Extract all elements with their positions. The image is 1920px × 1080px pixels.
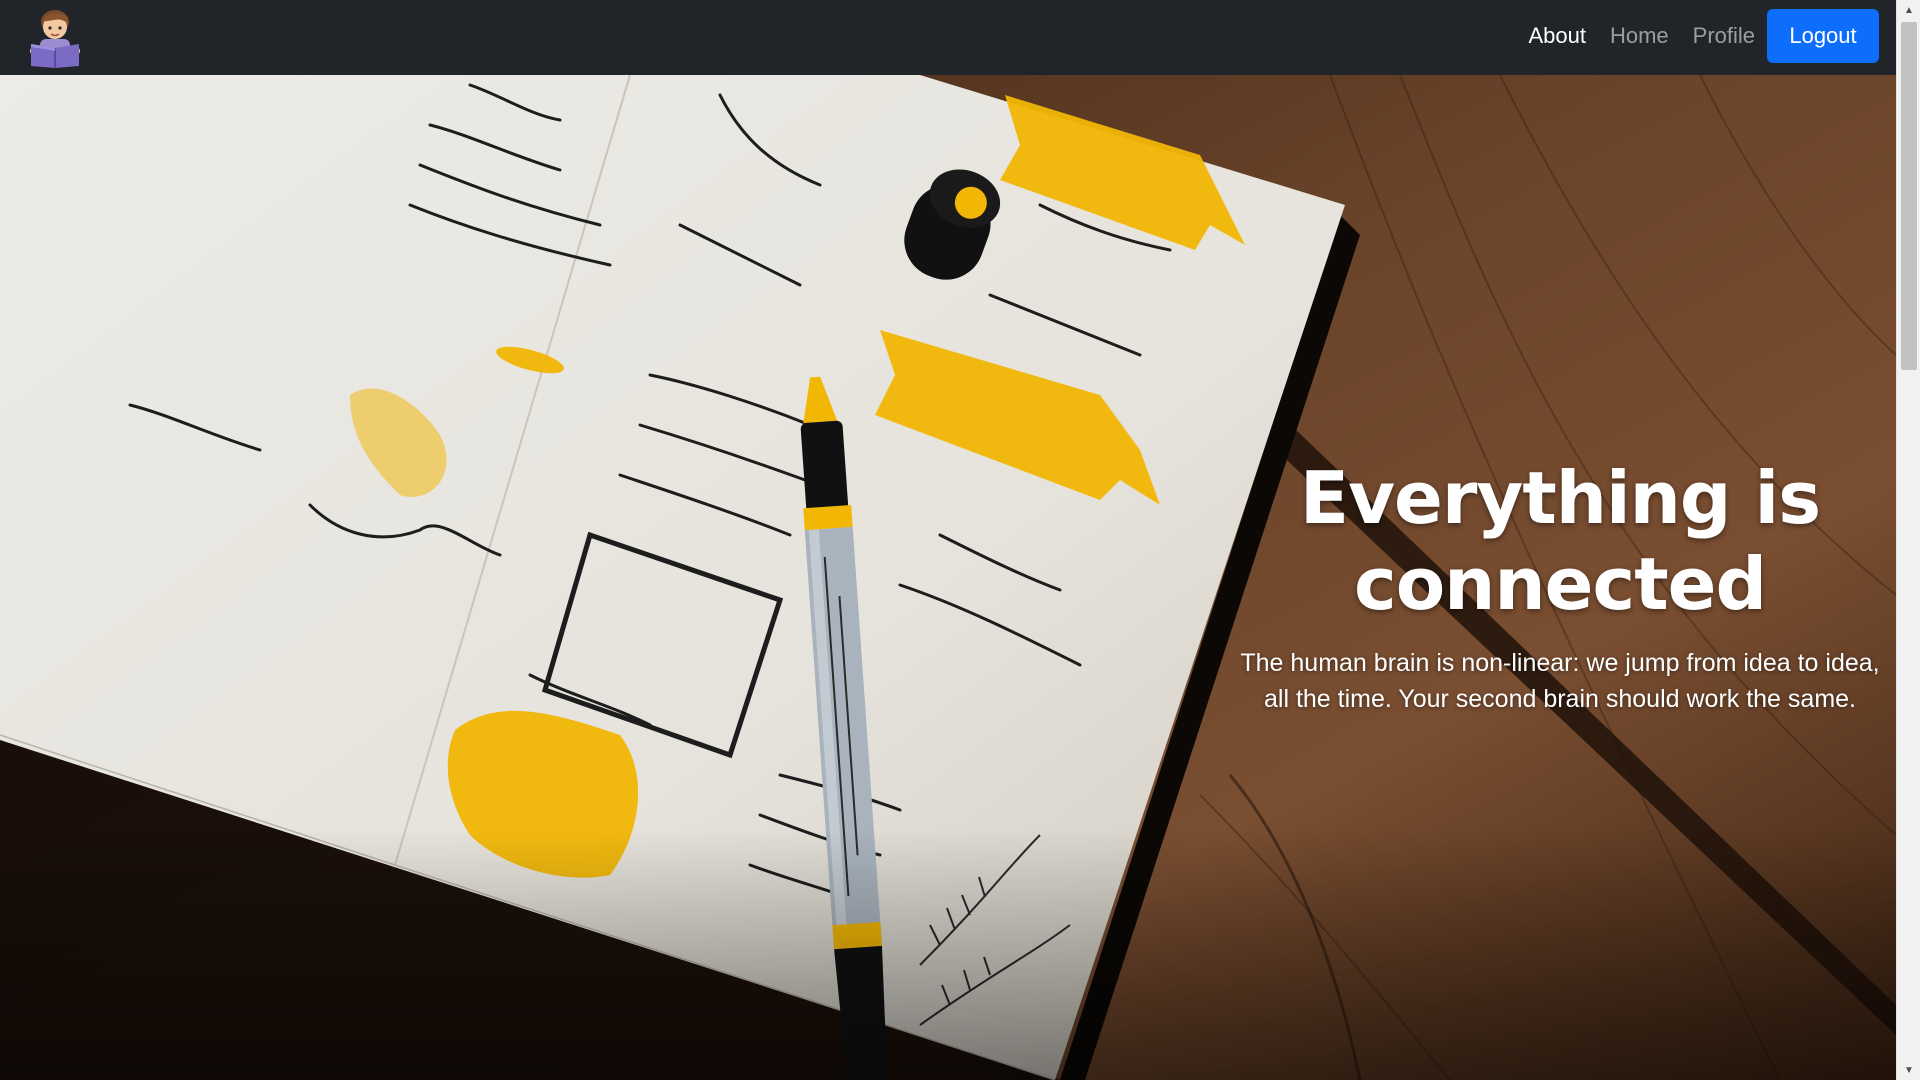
scroll-down-arrow-icon[interactable]: ▼ xyxy=(1897,1060,1920,1080)
nav-link-profile[interactable]: Profile xyxy=(1681,9,1767,63)
navbar: About Home Profile Logout xyxy=(0,0,1896,75)
hero-title-line1: Everything is xyxy=(1299,456,1821,540)
hero-section: Everything is connected The human brain … xyxy=(0,75,1896,1080)
scroll-up-arrow-icon[interactable]: ▲ xyxy=(1897,0,1920,20)
hero-title: Everything is connected xyxy=(1235,455,1885,627)
page-scrollbar[interactable]: ▲ ▼ xyxy=(1896,0,1920,1080)
page: About Home Profile Logout Everything is … xyxy=(0,0,1920,1080)
nav-links: About Home Profile Logout xyxy=(1516,9,1879,63)
viewport: About Home Profile Logout Everything is … xyxy=(0,0,1896,1080)
logout-button[interactable]: Logout xyxy=(1767,9,1879,63)
scroll-thumb[interactable] xyxy=(1901,22,1917,370)
brand-logo[interactable] xyxy=(26,6,84,68)
nav-link-home[interactable]: Home xyxy=(1598,9,1681,63)
hero-subtitle: The human brain is non-linear: we jump f… xyxy=(1240,649,1880,713)
hero-text: Everything is connected The human brain … xyxy=(1235,455,1885,717)
reading-person-icon xyxy=(30,10,80,68)
nav-link-about[interactable]: About xyxy=(1516,9,1598,63)
hero-title-line2: connected xyxy=(1354,542,1767,626)
